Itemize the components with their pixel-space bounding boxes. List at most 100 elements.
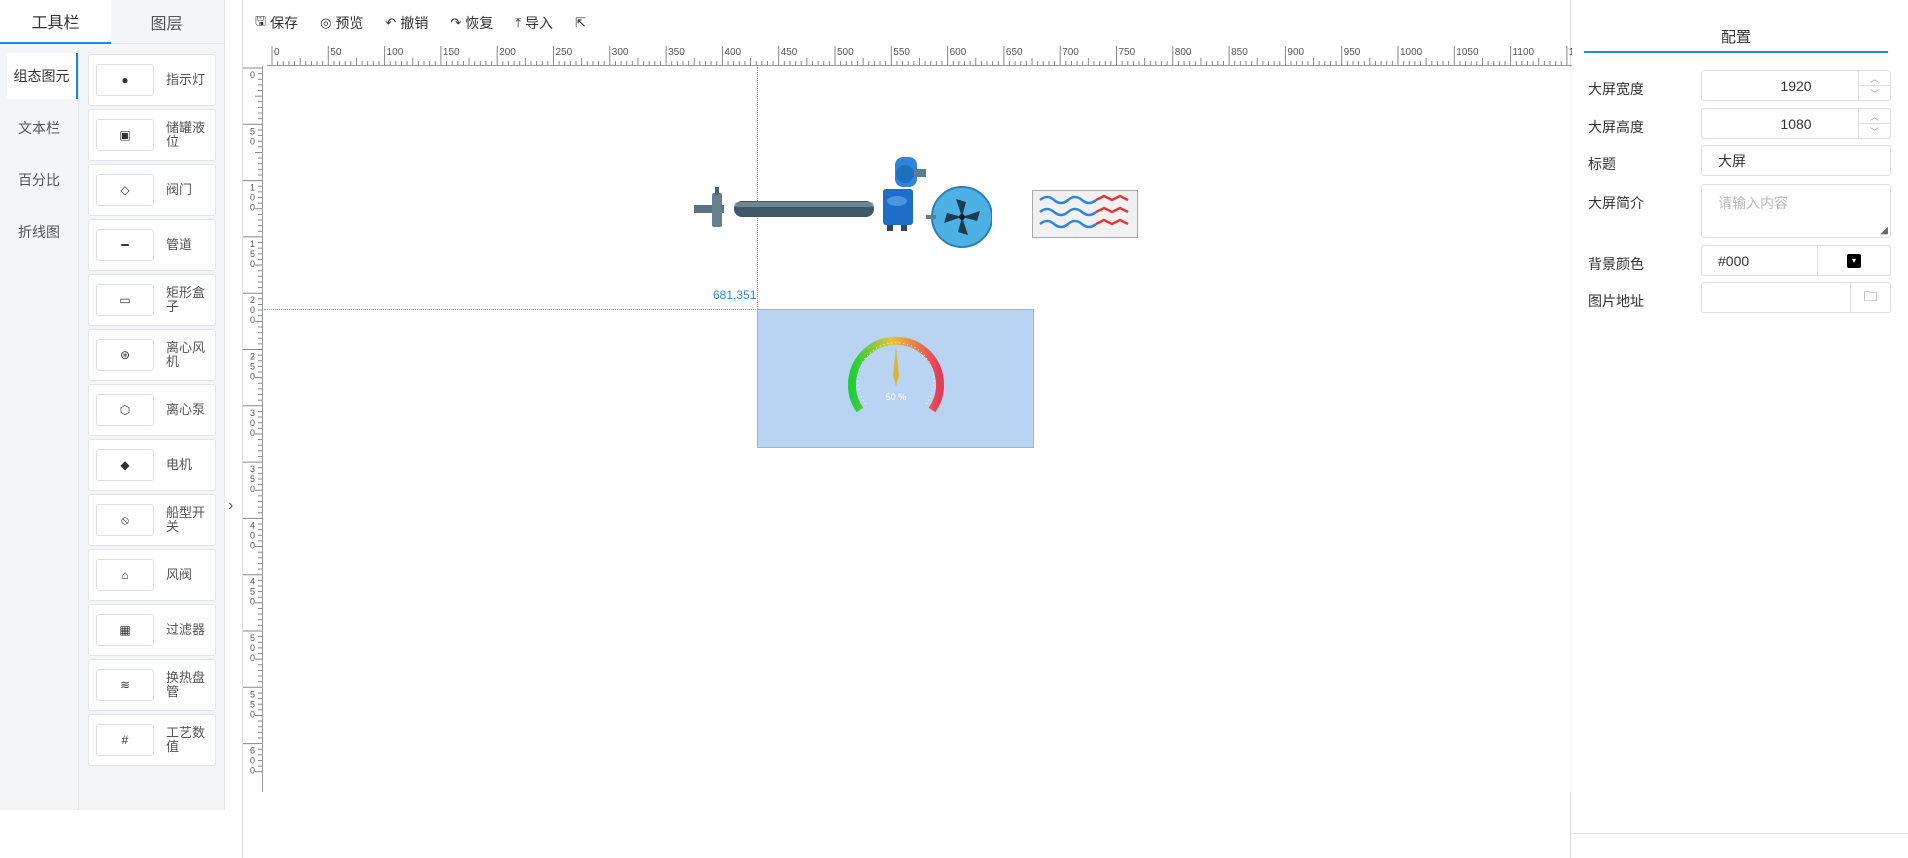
save-button[interactable]: 🖫 保存 — [255, 12, 298, 34]
component-item[interactable]: ◆ 电机 — [88, 439, 216, 491]
category-list: 组态图元 文本栏 百分比 折线图 — [0, 50, 79, 810]
title-input[interactable]: 大屏 — [1701, 145, 1891, 176]
decrement-icon[interactable]: ﹀ — [1859, 124, 1890, 138]
selected-gauge-element[interactable]: 50 % — [757, 309, 1034, 448]
color-picker-button[interactable]: ▾ — [1818, 245, 1891, 276]
decrement-icon[interactable]: ﹀ — [1859, 86, 1890, 100]
height-stepper: ︿ ﹀ — [1858, 109, 1890, 138]
increment-icon[interactable]: ︿ — [1859, 71, 1890, 86]
ruler-label: 450 — [250, 577, 255, 607]
bg-color-input[interactable]: #000 — [1701, 245, 1818, 276]
height-label: 大屏高度 — [1588, 119, 1644, 135]
centrifugal-fan-icon: ⊛ — [96, 339, 154, 371]
rect-box-icon: ▭ — [96, 284, 154, 316]
ruler-label: 650 — [1006, 47, 1023, 58]
component-item[interactable]: ━ 管道 — [88, 219, 216, 271]
image-url-label: 图片地址 — [1588, 293, 1644, 309]
component-item[interactable]: ⬡ 离心泵 — [88, 384, 216, 436]
width-input[interactable]: 1920 ︿ ﹀ — [1701, 70, 1891, 101]
component-label: 工艺数值 — [166, 725, 206, 754]
height-input[interactable]: 1080 ︿ ﹀ — [1701, 108, 1891, 139]
pipe-element[interactable] — [694, 187, 884, 237]
centrifugal-pump-element[interactable] — [881, 157, 931, 232]
ruler-label: 350 — [250, 464, 255, 494]
component-item[interactable]: # 工艺数值 — [88, 714, 216, 766]
tab-config[interactable]: 配置 — [1584, 26, 1888, 53]
centrifugal-pump-icon: ⬡ — [96, 394, 154, 426]
ruler-label: 400 — [250, 520, 255, 550]
vertical-ruler: 0 5 0 1 0 0 1 5 0 2 0 0 2 5 0 3 0 0 3 5 0 4 0 0 4 5 0 5 0 0 5 5 0 6 0 0 — [243, 66, 263, 792]
ruler-label: 0 — [250, 70, 255, 80]
component-label: 过滤器 — [166, 622, 206, 637]
heat-exchanger-icon: ≋ — [96, 669, 154, 701]
rocker-switch-icon: ⦸ — [96, 504, 154, 536]
ruler-label: 900 — [1287, 47, 1304, 58]
component-item[interactable]: ≋ 换热盘管 — [88, 659, 216, 711]
category-line-chart[interactable]: 折线图 — [0, 206, 78, 258]
tab-toolbox[interactable]: 工具栏 — [0, 0, 111, 44]
component-item[interactable]: ▣ 储罐液位 — [88, 109, 216, 161]
left-panel: 工具栏 图层 组态图元 文本栏 百分比 折线图 ● 指示灯 ▣ 储罐液位 ◇ 阀门 ━ 管道 ▭… — [0, 0, 225, 810]
folder-open-icon[interactable]: 🗀 — [1851, 282, 1891, 313]
width-value: 1920 — [1780, 77, 1812, 94]
ruler-label: 50 — [250, 126, 255, 146]
component-item[interactable]: ● 指示灯 — [88, 54, 216, 106]
editor-main: 🖫 保存 ◎ 预览 ↶ 撤销 ↷ 恢复 ⤒ 导入 ⇱ 0 50 100 150 200 250 300 350 40… — [242, 0, 1572, 858]
undo-button[interactable]: ↶ 撤销 — [385, 13, 428, 33]
height-value: 1080 — [1780, 115, 1812, 132]
process-value-icon: # — [96, 724, 154, 756]
component-label: 阀门 — [166, 182, 193, 197]
ruler-label: 50 — [330, 47, 342, 58]
tab-layers[interactable]: 图层 — [111, 0, 222, 44]
export-button[interactable]: ⇱ — [575, 15, 590, 31]
component-item[interactable]: ◇ 阀门 — [88, 164, 216, 216]
valve-icon: ◇ — [96, 174, 154, 206]
category-percentage[interactable]: 百分比 — [0, 154, 78, 206]
heat-exchanger-element[interactable] — [1032, 190, 1138, 238]
import-button[interactable]: ⤒ 导入 — [515, 13, 553, 33]
redo-button[interactable]: ↷ 恢复 — [450, 13, 493, 33]
component-label: 指示灯 — [166, 72, 206, 87]
design-canvas[interactable]: 681,351 50 % — [264, 67, 1572, 792]
ruler-label: 400 — [724, 47, 741, 58]
ruler-label: 150 — [250, 239, 255, 269]
ruler-label: 950 — [1344, 47, 1361, 58]
left-panel-tabs: 工具栏 图层 — [0, 0, 225, 44]
preview-button[interactable]: ◎ 预览 — [320, 13, 363, 33]
component-item[interactable]: ⌂ 风阀 — [88, 549, 216, 601]
toolbar-button-label: 保存 — [270, 15, 299, 31]
ruler-label: 550 — [893, 47, 910, 58]
increment-icon[interactable]: ︿ — [1859, 109, 1890, 124]
intro-label: 大屏简介 — [1588, 195, 1644, 211]
component-label: 矩形盒子 — [166, 285, 206, 314]
category-scada-elements[interactable]: 组态图元 — [7, 53, 78, 99]
component-item[interactable]: ▭ 矩形盒子 — [88, 274, 216, 326]
pipe-icon: ━ — [96, 229, 154, 261]
centrifugal-fan-element[interactable] — [926, 184, 992, 250]
ruler-label: 700 — [1062, 47, 1079, 58]
component-label: 离心风机 — [166, 340, 206, 369]
component-item[interactable]: ⊛ 离心风机 — [88, 329, 216, 381]
collapse-panel-icon[interactable]: › — [228, 497, 240, 515]
save-icon: 🖫 — [255, 13, 267, 28]
category-text[interactable]: 文本栏 — [0, 102, 78, 154]
image-url-input[interactable] — [1701, 282, 1851, 313]
toolbar-button-label: 恢复 — [465, 15, 494, 31]
component-label: 电机 — [166, 457, 193, 472]
form-row-intro: 大屏简介 请输入内容 ◢ — [1588, 184, 1891, 238]
editor-toolbar: 🖫 保存 ◎ 预览 ↶ 撤销 ↷ 恢复 ⤒ 导入 ⇱ — [243, 0, 1572, 46]
tank-level-icon: ▣ — [96, 119, 154, 151]
ruler-label: 800 — [1175, 47, 1192, 58]
form-row-bg-color: 背景颜色 #000 ▾ — [1588, 245, 1891, 276]
component-label: 离心泵 — [166, 402, 206, 417]
component-item[interactable]: ⦸ 船型开关 — [88, 494, 216, 546]
component-label: 管道 — [166, 237, 193, 252]
component-item[interactable]: ▦ 过滤器 — [88, 604, 216, 656]
intro-textarea[interactable]: 请输入内容 ◢ — [1701, 184, 1891, 238]
form-row-title: 标题 大屏 — [1588, 145, 1891, 176]
gauge-value-text: 50 % — [886, 392, 907, 402]
resize-handle-icon[interactable]: ◢ — [1880, 225, 1888, 236]
form-row-width: 大屏宽度 1920 ︿ ﹀ — [1588, 70, 1891, 101]
undo-icon: ↶ — [385, 15, 397, 30]
indicator-light-icon: ● — [96, 64, 154, 96]
